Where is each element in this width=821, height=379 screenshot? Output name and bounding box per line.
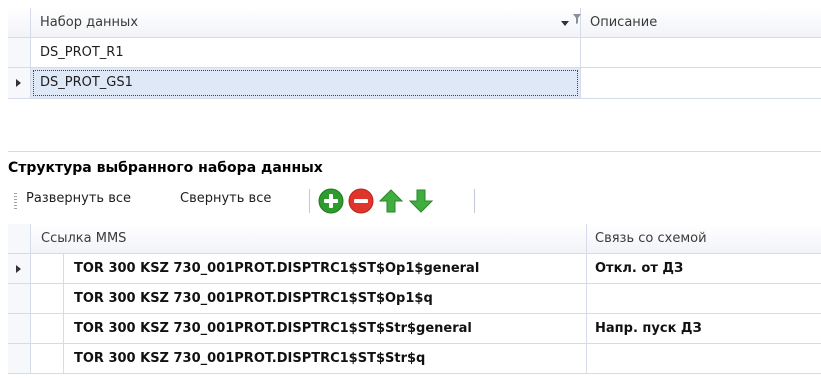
cell-text: TOR 300 KSZ 730_001PROT.DISPTRC1$ST$Op1$… — [74, 291, 433, 306]
focus-rectangle — [33, 70, 578, 96]
row-indicator-cell[interactable] — [8, 314, 31, 343]
cell-text: TOR 300 KSZ 730_001PROT.DISPTRC1$ST$Str$… — [74, 321, 472, 336]
dataset-description-cell[interactable] — [581, 38, 821, 67]
collapse-all-button[interactable]: Свернуть все — [180, 191, 271, 206]
column-header-mms-link[interactable]: Ссылка MMS — [31, 224, 587, 253]
column-header-label: Ссылка MMS — [41, 231, 127, 246]
toolbar-separator — [474, 189, 475, 213]
row-indicator-cell[interactable] — [8, 284, 31, 313]
move-down-icon[interactable] — [408, 188, 434, 214]
toolbar-separator — [309, 189, 310, 213]
table-row[interactable]: TOR 300 KSZ 730_001PROT.DISPTRC1$ST$Op1$… — [8, 284, 821, 314]
remove-icon[interactable] — [348, 188, 374, 214]
column-header-dataset-name[interactable]: Набор данных — [31, 8, 581, 37]
grid-empty-area — [8, 128, 821, 152]
cell-text: DS_PROT_R1 — [40, 45, 124, 60]
schema-link-cell[interactable]: Откл. от ДЗ — [587, 254, 821, 283]
tree-indent-cell — [31, 314, 64, 343]
column-header-label: Описание — [590, 15, 658, 30]
expand-all-button[interactable]: Развернуть все — [26, 191, 131, 206]
schema-link-cell[interactable]: Напр. пуск ДЗ — [587, 314, 821, 343]
schema-link-cell[interactable] — [587, 344, 821, 373]
cell-text: TOR 300 KSZ 730_001PROT.DISPTRC1$ST$Op1$… — [74, 261, 480, 276]
structure-section-title: Структура выбранного набора данных — [8, 160, 323, 176]
table-row[interactable]: TOR 300 KSZ 730_001PROT.DISPTRC1$ST$Op1$… — [8, 254, 821, 284]
column-header-schema-link[interactable]: Связь со схемой — [587, 224, 821, 253]
filter-icon[interactable] — [573, 14, 581, 24]
structure-toolbar: Развернуть все Свернуть все — [8, 181, 821, 221]
mms-link-cell[interactable]: TOR 300 KSZ 730_001PROT.DISPTRC1$ST$Str$… — [64, 314, 587, 343]
structure-grid-header: Ссылка MMS Связь со схемой — [8, 224, 821, 254]
dataset-description-cell[interactable] — [581, 68, 821, 98]
column-header-label: Связь со схемой — [595, 231, 707, 246]
cell-text: Откл. от ДЗ — [595, 261, 684, 276]
row-indicator-cell[interactable] — [8, 38, 31, 67]
table-row[interactable]: DS_PROT_R1 — [8, 38, 821, 68]
toolbar-grip-handle[interactable] — [14, 193, 17, 209]
current-row-arrow-icon — [16, 265, 21, 273]
current-row-arrow-icon — [16, 79, 21, 87]
tree-indent-cell — [31, 344, 64, 373]
dataset-name-cell[interactable]: DS_PROT_GS1 — [31, 68, 581, 98]
header-indicator-cell — [8, 224, 31, 253]
add-icon[interactable] — [318, 188, 344, 214]
move-up-icon[interactable] — [378, 188, 404, 214]
datasets-grid: Набор данных Описание DS_PROT_R1 DS_PROT… — [8, 8, 821, 152]
header-indicator-cell — [8, 8, 31, 37]
row-indicator-cell[interactable] — [8, 68, 31, 98]
column-header-description[interactable]: Описание — [581, 8, 821, 37]
row-indicator-cell[interactable] — [8, 344, 31, 373]
tree-indent-cell — [31, 254, 64, 283]
column-header-label: Набор данных — [40, 15, 139, 30]
cell-text: TOR 300 KSZ 730_001PROT.DISPTRC1$ST$Str$… — [74, 351, 426, 366]
mms-link-cell[interactable]: TOR 300 KSZ 730_001PROT.DISPTRC1$ST$Op1$… — [64, 284, 587, 313]
tree-indent-cell — [31, 284, 64, 313]
table-row[interactable]: TOR 300 KSZ 730_001PROT.DISPTRC1$ST$Str$… — [8, 314, 821, 344]
table-row-selected[interactable]: DS_PROT_GS1 — [8, 68, 821, 99]
dataset-name-cell[interactable]: DS_PROT_R1 — [31, 38, 581, 67]
sort-dropdown-icon[interactable] — [561, 21, 569, 26]
mms-link-cell[interactable]: TOR 300 KSZ 730_001PROT.DISPTRC1$ST$Str$… — [64, 344, 587, 373]
datasets-grid-header: Набор данных Описание — [8, 8, 821, 38]
mms-link-cell[interactable]: TOR 300 KSZ 730_001PROT.DISPTRC1$ST$Op1$… — [64, 254, 587, 283]
cell-text: Напр. пуск ДЗ — [595, 321, 702, 336]
schema-link-cell[interactable] — [587, 284, 821, 313]
table-row[interactable]: TOR 300 KSZ 730_001PROT.DISPTRC1$ST$Str$… — [8, 344, 821, 374]
structure-grid: Ссылка MMS Связь со схемой TOR 300 KSZ 7… — [8, 224, 821, 379]
row-indicator-cell[interactable] — [8, 254, 31, 283]
